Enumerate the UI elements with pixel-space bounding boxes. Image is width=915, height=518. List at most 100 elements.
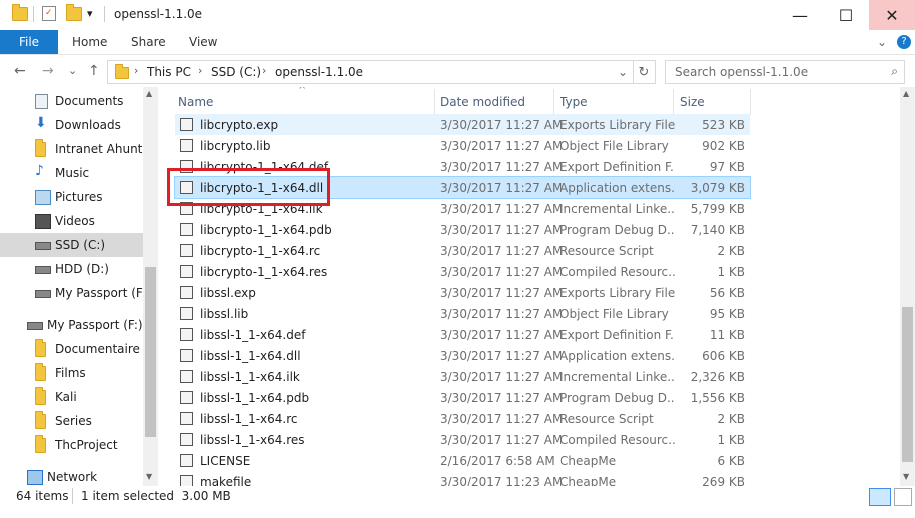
search-input[interactable]: Search openssl-1.1.0e (675, 65, 808, 79)
nav-item-downloads[interactable]: ⬇ Downloads (0, 113, 143, 137)
nav-item-pictures[interactable]: Pictures (0, 185, 143, 209)
address-dropdown-icon[interactable]: ⌄ (618, 65, 628, 79)
tab-share[interactable]: Share (131, 30, 166, 54)
crumb-separator-icon[interactable]: › (262, 64, 266, 77)
nav-item-documentaire[interactable]: Documentaire (0, 337, 143, 361)
scroll-up-icon[interactable]: ▲ (903, 89, 909, 98)
crumb-this-pc[interactable]: This PC (147, 65, 191, 79)
file-icon (180, 454, 193, 467)
file-size: 1,556 KB (690, 391, 745, 405)
table-row[interactable]: libssl.lib 3/30/2017 11:27 AM Object File … (175, 303, 750, 324)
address-bar[interactable]: › This PC › SSD (C:) › openssl-1.1.0e ⌄ (107, 60, 634, 84)
refresh-button[interactable]: ↻ (633, 60, 656, 84)
table-row[interactable]: libcrypto-1_1-x64.pdb 3/30/2017 11:27 AM P… (175, 219, 750, 240)
nav-scrollbar-thumb[interactable] (145, 267, 156, 437)
close-button[interactable]: ✕ (869, 0, 915, 30)
crumb-separator-icon[interactable]: › (134, 64, 138, 77)
tab-file[interactable]: File (0, 30, 58, 54)
table-row[interactable]: libssl-1_1-x64.ilk 3/30/2017 11:27 AM Incr… (175, 366, 750, 387)
nav-item-intranet[interactable]: Intranet Ahuntsi (0, 137, 143, 161)
table-row[interactable]: makefile 3/30/2017 11:23 AM CheapMe 269 KB (175, 471, 750, 486)
nav-item-hdd[interactable]: HDD (D:) (0, 257, 143, 281)
nav-item-ssd[interactable]: SSD (C:) (0, 233, 143, 257)
scroll-down-icon[interactable]: ▼ (146, 472, 152, 481)
table-row[interactable]: libssl-1_1-x64.pdb 3/30/2017 11:27 AM Prog… (175, 387, 750, 408)
maximize-button[interactable]: ☐ (823, 0, 869, 30)
file-type: Application extens... (560, 181, 675, 195)
crumb-ssd[interactable]: SSD (C:) (211, 65, 261, 79)
help-icon[interactable]: ? (897, 35, 911, 49)
new-folder-icon[interactable] (66, 4, 82, 21)
file-type: Program Debug D... (560, 391, 675, 405)
file-type: CheapMe (560, 454, 617, 468)
table-row[interactable]: libcrypto-1_1-x64.rc 3/30/2017 11:27 AM Re… (175, 240, 750, 261)
crumb-separator-icon[interactable]: › (198, 64, 202, 77)
search-icon[interactable]: ⌕ (891, 64, 898, 79)
file-date: 3/30/2017 11:27 AM (440, 328, 563, 342)
customize-quick-access-icon[interactable]: ▾ (87, 7, 93, 20)
tab-home[interactable]: Home (72, 30, 107, 54)
crumb-openssl[interactable]: openssl-1.1.0e (275, 65, 363, 79)
column-header-size[interactable]: Size (680, 95, 705, 109)
details-view-icon[interactable] (869, 488, 891, 506)
column-header-date[interactable]: Date modified (440, 95, 525, 109)
nav-item-films[interactable]: Films (0, 361, 143, 385)
file-type: Program Debug D... (560, 223, 675, 237)
nav-item-documents[interactable]: Documents (0, 89, 143, 113)
minimize-button[interactable]: — (777, 0, 823, 30)
table-row[interactable]: LICENSE 2/16/2017 6:58 AM CheapMe 6 KB (175, 450, 750, 471)
file-name: libssl-1_1-x64.dll (200, 349, 301, 363)
file-name: libcrypto.exp (200, 118, 279, 132)
table-row[interactable]: libcrypto.exp 3/30/2017 11:27 AM Exports L… (175, 114, 750, 135)
table-row[interactable]: libssl-1_1-x64.rc 3/30/2017 11:27 AM Resou… (175, 408, 750, 429)
table-row[interactable]: libssl-1_1-x64.dll 3/30/2017 11:27 AM Appl… (175, 345, 750, 366)
resource-script-icon (180, 244, 193, 257)
back-icon[interactable]: ← (14, 63, 26, 79)
file-size: 1 KB (717, 265, 745, 279)
column-divider[interactable] (553, 89, 554, 115)
column-divider[interactable] (750, 89, 751, 115)
nav-scrollbar[interactable]: ▲ ▼ (143, 87, 158, 486)
recent-locations-icon[interactable]: ⌄ (68, 64, 77, 77)
selection-info: 1 item selected 3.00 MB (81, 489, 231, 503)
properties-icon[interactable]: ✓ (42, 6, 56, 21)
file-list-scrollbar-thumb[interactable] (902, 307, 913, 462)
file-name: libssl.exp (200, 286, 256, 300)
file-date: 3/30/2017 11:27 AM (440, 223, 563, 237)
file-size: 7,140 KB (690, 223, 745, 237)
folder-icon (35, 339, 46, 357)
expand-ribbon-icon[interactable]: ⌄ (877, 30, 887, 54)
column-header-name[interactable]: Name (178, 95, 213, 109)
nav-item-my-passport[interactable]: My Passport (F:) (0, 281, 143, 305)
table-row[interactable]: libcrypto-1_1-x64.res 3/30/2017 11:27 AM C… (175, 261, 750, 282)
file-date: 3/30/2017 11:27 AM (440, 370, 563, 384)
file-name: LICENSE (200, 454, 251, 468)
nav-item-network[interactable]: Network (0, 465, 143, 486)
column-divider[interactable] (673, 89, 674, 115)
large-icons-view-icon[interactable] (894, 488, 912, 506)
folder-icon (35, 387, 46, 405)
column-divider[interactable] (434, 89, 435, 115)
search-box[interactable]: Search openssl-1.1.0e ⌕ (665, 60, 905, 84)
nav-item-series[interactable]: Series (0, 409, 143, 433)
up-icon[interactable]: ↑ (88, 63, 100, 79)
column-header-type[interactable]: Type (560, 95, 588, 109)
nav-item-kali[interactable]: Kali (0, 385, 143, 409)
file-size: 56 KB (709, 286, 745, 300)
file-size: 5,799 KB (690, 202, 745, 216)
videos-icon (35, 214, 51, 229)
nav-item-my-passport-root[interactable]: My Passport (F:) (0, 313, 143, 337)
nav-item-thcproject[interactable]: ThcProject (0, 433, 143, 457)
table-row[interactable]: libcrypto.lib 3/30/2017 11:27 AM Object Fi… (175, 135, 750, 156)
nav-item-music[interactable]: ♪ Music (0, 161, 143, 185)
tab-view[interactable]: View (189, 30, 217, 54)
table-row[interactable]: libssl.exp 3/30/2017 11:27 AM Exports Libr… (175, 282, 750, 303)
table-row[interactable]: libssl-1_1-x64.res 3/30/2017 11:27 AM Comp… (175, 429, 750, 450)
scroll-down-icon[interactable]: ▼ (903, 472, 909, 481)
file-list-scrollbar[interactable]: ▲ ▼ (900, 87, 915, 486)
nav-item-videos[interactable]: Videos (0, 209, 143, 233)
forward-icon[interactable]: → (42, 63, 54, 79)
scroll-up-icon[interactable]: ▲ (146, 89, 152, 98)
folder-icon (115, 64, 129, 79)
table-row[interactable]: libssl-1_1-x64.def 3/30/2017 11:27 AM Expo… (175, 324, 750, 345)
